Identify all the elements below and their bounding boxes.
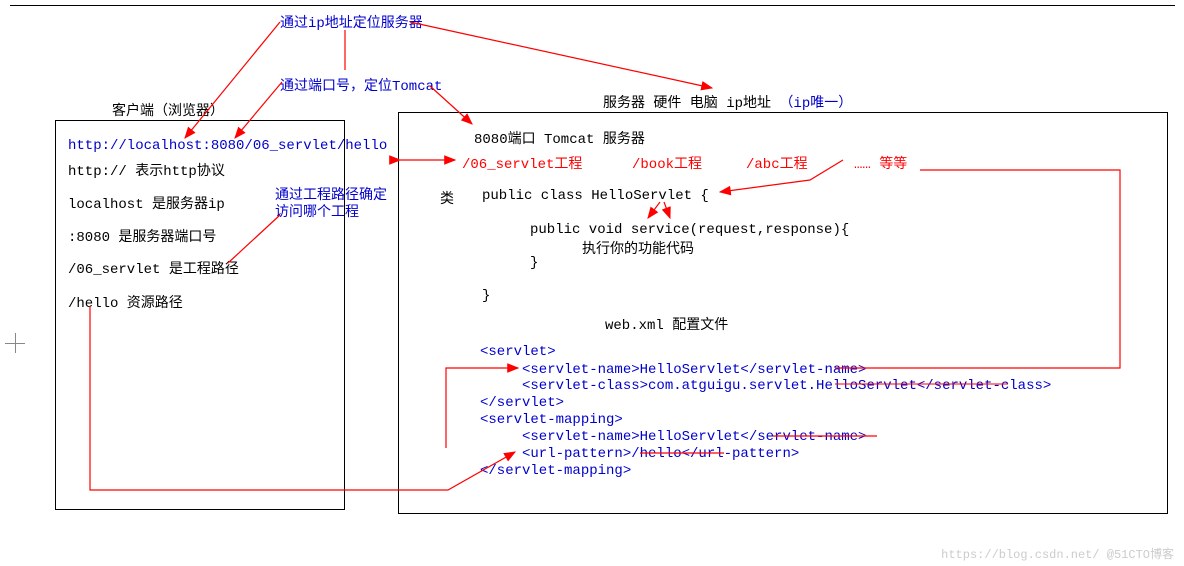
xml-l4: </servlet>: [480, 395, 564, 411]
watermark: https://blog.csdn.net/ @51CTO博客: [941, 545, 1174, 562]
xml-l8: </servlet-mapping>: [480, 463, 631, 479]
proj-etc: …… 等等: [854, 153, 907, 173]
client-project: /06_servlet 是工程路径: [68, 258, 239, 278]
code-l2: public void service(request,response){: [530, 222, 849, 238]
cross-marker: [5, 333, 25, 353]
client-localhost: localhost 是服务器ip: [68, 193, 225, 213]
proj-2: /book工程: [632, 153, 702, 173]
code-l1: public class HelloServlet {: [482, 188, 709, 204]
code-l3: 执行你的功能代码: [582, 238, 694, 258]
client-title: 客户端（浏览器）: [112, 100, 224, 120]
xml-l5: <servlet-mapping>: [480, 412, 623, 428]
xml-l3: <servlet-class>com.atguigu.servlet.Hello…: [522, 378, 1051, 394]
code-l4: }: [530, 255, 538, 271]
anno-port: 通过端口号，定位Tomcat: [280, 75, 442, 95]
xml-l2: <servlet-name>HelloServlet</servlet-name…: [522, 362, 866, 378]
webxml-title: web.xml 配置文件: [605, 314, 728, 334]
anno-project-path: 通过工程路径确定访问哪个工程: [275, 188, 390, 222]
client-url: http://localhost:8080/06_servlet/hello: [68, 138, 387, 154]
client-port: :8080 是服务器端口号: [68, 226, 216, 246]
port-label: 8080端口 Tomcat 服务器: [474, 128, 645, 148]
class-label: 类: [440, 188, 454, 208]
ip-unique: （ip唯一）: [779, 96, 852, 112]
server-title-wrap: 服务器 硬件 电脑 ip地址 （ip唯一）: [603, 92, 852, 112]
xml-l7: <url-pattern>/hello</url-pattern>: [522, 446, 799, 462]
server-title: 服务器 硬件 电脑 ip地址: [603, 96, 779, 112]
frame-top: [10, 5, 1175, 6]
xml-l1: <servlet>: [480, 344, 556, 360]
code-l5: }: [482, 288, 490, 304]
anno-project-path-text: 通过工程路径确定访问哪个工程: [275, 188, 387, 221]
anno-ip: 通过ip地址定位服务器: [280, 12, 423, 32]
client-http: http:// 表示http协议: [68, 160, 225, 180]
client-hello: /hello 资源路径: [68, 292, 183, 312]
xml-l6: <servlet-name>HelloServlet</servlet-name…: [522, 429, 866, 445]
proj-1: /06_servlet工程: [462, 153, 582, 173]
proj-3: /abc工程: [746, 153, 808, 173]
